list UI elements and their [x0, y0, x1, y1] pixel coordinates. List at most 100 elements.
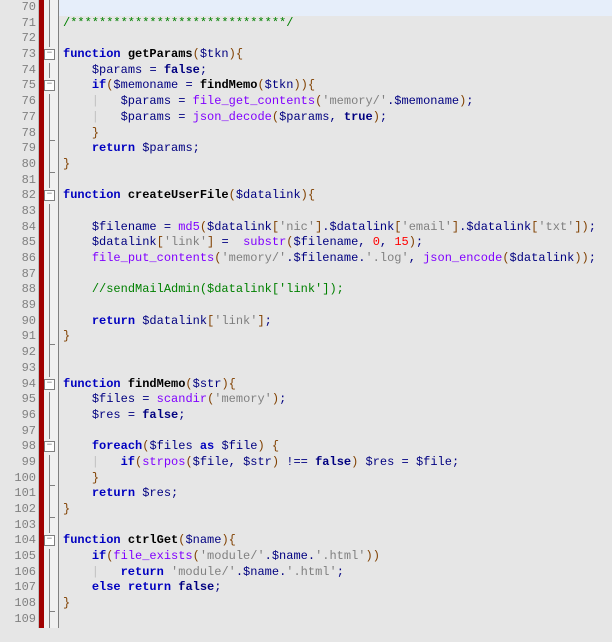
- code-content[interactable]: [59, 267, 612, 283]
- code-line[interactable]: 90 return $datalink['link'];: [0, 314, 612, 330]
- code-line[interactable]: 91}: [0, 329, 612, 345]
- code-line[interactable]: 70: [0, 0, 612, 16]
- fold-gutter[interactable]: −: [44, 188, 59, 204]
- code-line[interactable]: 108}: [0, 596, 612, 612]
- code-line[interactable]: 88 //sendMailAdmin($datalink['link']);: [0, 282, 612, 298]
- code-content[interactable]: [59, 298, 612, 314]
- fold-gutter[interactable]: −: [44, 439, 59, 455]
- fold-gutter[interactable]: [44, 298, 59, 314]
- code-content[interactable]: $datalink['link'] = substr($filename, 0,…: [59, 235, 612, 251]
- code-line[interactable]: 86 file_put_contents('memory/'.$filename…: [0, 251, 612, 267]
- code-content[interactable]: $files = scandir('memory');: [59, 392, 612, 408]
- code-line[interactable]: 95 $files = scandir('memory');: [0, 392, 612, 408]
- fold-gutter[interactable]: [44, 345, 59, 361]
- code-line[interactable]: 71/******************************/: [0, 16, 612, 32]
- code-content[interactable]: //sendMailAdmin($datalink['link']);: [59, 282, 612, 298]
- fold-gutter[interactable]: [44, 173, 59, 189]
- code-content[interactable]: }: [59, 596, 612, 612]
- code-content[interactable]: function getParams($tkn){: [59, 47, 612, 63]
- code-content[interactable]: foreach($files as $file) {: [59, 439, 612, 455]
- code-content[interactable]: function findMemo($str){: [59, 377, 612, 393]
- fold-gutter[interactable]: [44, 157, 59, 173]
- code-content[interactable]: [59, 0, 612, 16]
- code-content[interactable]: }: [59, 502, 612, 518]
- fold-gutter[interactable]: [44, 220, 59, 236]
- fold-toggle-icon[interactable]: −: [44, 379, 55, 390]
- fold-toggle-icon[interactable]: −: [44, 441, 55, 452]
- code-line[interactable]: 87: [0, 267, 612, 283]
- code-line[interactable]: 73−function getParams($tkn){: [0, 47, 612, 63]
- code-content[interactable]: $res = false;: [59, 408, 612, 424]
- code-line[interactable]: 84 $filename = md5($datalink['nic'].$dat…: [0, 220, 612, 236]
- fold-gutter[interactable]: −: [44, 377, 59, 393]
- code-line[interactable]: 81: [0, 173, 612, 189]
- code-content[interactable]: [59, 518, 612, 534]
- code-content[interactable]: | $params = file_get_contents('memory/'.…: [59, 94, 612, 110]
- code-line[interactable]: 80}: [0, 157, 612, 173]
- fold-gutter[interactable]: [44, 455, 59, 471]
- code-content[interactable]: $filename = md5($datalink['nic'].$datali…: [59, 220, 612, 236]
- fold-gutter[interactable]: [44, 94, 59, 110]
- fold-gutter[interactable]: [44, 16, 59, 32]
- code-content[interactable]: if(file_exists('module/'.$name.'.html')): [59, 549, 612, 565]
- code-line[interactable]: 78 }: [0, 126, 612, 142]
- fold-gutter[interactable]: [44, 549, 59, 565]
- code-content[interactable]: else return false;: [59, 580, 612, 596]
- code-line[interactable]: 109: [0, 612, 612, 628]
- code-line[interactable]: 74 $params = false;: [0, 63, 612, 79]
- fold-toggle-icon[interactable]: −: [44, 190, 55, 201]
- code-line[interactable]: 85 $datalink['link'] = substr($filename,…: [0, 235, 612, 251]
- code-line[interactable]: 77 | $params = json_decode($params, true…: [0, 110, 612, 126]
- code-line[interactable]: 99 | if(strpos($file, $str) !== false) $…: [0, 455, 612, 471]
- fold-gutter[interactable]: [44, 424, 59, 440]
- fold-gutter[interactable]: [44, 486, 59, 502]
- code-content[interactable]: [59, 204, 612, 220]
- fold-gutter[interactable]: [44, 63, 59, 79]
- code-line[interactable]: 83: [0, 204, 612, 220]
- fold-gutter[interactable]: [44, 392, 59, 408]
- code-line[interactable]: 106 | return 'module/'.$name.'.html';: [0, 565, 612, 581]
- code-line[interactable]: 105 if(file_exists('module/'.$name.'.htm…: [0, 549, 612, 565]
- code-content[interactable]: [59, 424, 612, 440]
- fold-gutter[interactable]: [44, 110, 59, 126]
- fold-gutter[interactable]: [44, 126, 59, 142]
- fold-gutter[interactable]: [44, 314, 59, 330]
- fold-gutter[interactable]: [44, 141, 59, 157]
- code-content[interactable]: [59, 173, 612, 189]
- code-line[interactable]: 72: [0, 31, 612, 47]
- code-content[interactable]: $params = false;: [59, 63, 612, 79]
- fold-gutter[interactable]: [44, 235, 59, 251]
- fold-gutter[interactable]: [44, 329, 59, 345]
- fold-gutter[interactable]: [44, 0, 59, 16]
- code-line[interactable]: 104−function ctrlGet($name){: [0, 533, 612, 549]
- fold-gutter[interactable]: [44, 361, 59, 377]
- fold-gutter[interactable]: [44, 580, 59, 596]
- fold-gutter[interactable]: [44, 596, 59, 612]
- fold-gutter[interactable]: −: [44, 47, 59, 63]
- code-line[interactable]: 75− if($memoname = findMemo($tkn)){: [0, 78, 612, 94]
- code-line[interactable]: 97: [0, 424, 612, 440]
- code-line[interactable]: 100 }: [0, 471, 612, 487]
- code-content[interactable]: }: [59, 471, 612, 487]
- code-content[interactable]: if($memoname = findMemo($tkn)){: [59, 78, 612, 94]
- code-line[interactable]: 82−function createUserFile($datalink){: [0, 188, 612, 204]
- fold-gutter[interactable]: [44, 502, 59, 518]
- code-line[interactable]: 79 return $params;: [0, 141, 612, 157]
- code-content[interactable]: }: [59, 157, 612, 173]
- fold-gutter[interactable]: [44, 408, 59, 424]
- code-line[interactable]: 94−function findMemo($str){: [0, 377, 612, 393]
- code-line[interactable]: 103: [0, 518, 612, 534]
- code-content[interactable]: function createUserFile($datalink){: [59, 188, 612, 204]
- fold-toggle-icon[interactable]: −: [44, 80, 55, 91]
- code-line[interactable]: 92: [0, 345, 612, 361]
- fold-gutter[interactable]: [44, 282, 59, 298]
- fold-gutter[interactable]: [44, 204, 59, 220]
- code-line[interactable]: 98− foreach($files as $file) {: [0, 439, 612, 455]
- code-line[interactable]: 102}: [0, 502, 612, 518]
- code-content[interactable]: [59, 31, 612, 47]
- code-line[interactable]: 107 else return false;: [0, 580, 612, 596]
- code-content[interactable]: | $params = json_decode($params, true);: [59, 110, 612, 126]
- code-line[interactable]: 101 return $res;: [0, 486, 612, 502]
- code-content[interactable]: | if(strpos($file, $str) !== false) $res…: [59, 455, 612, 471]
- code-content[interactable]: [59, 612, 612, 628]
